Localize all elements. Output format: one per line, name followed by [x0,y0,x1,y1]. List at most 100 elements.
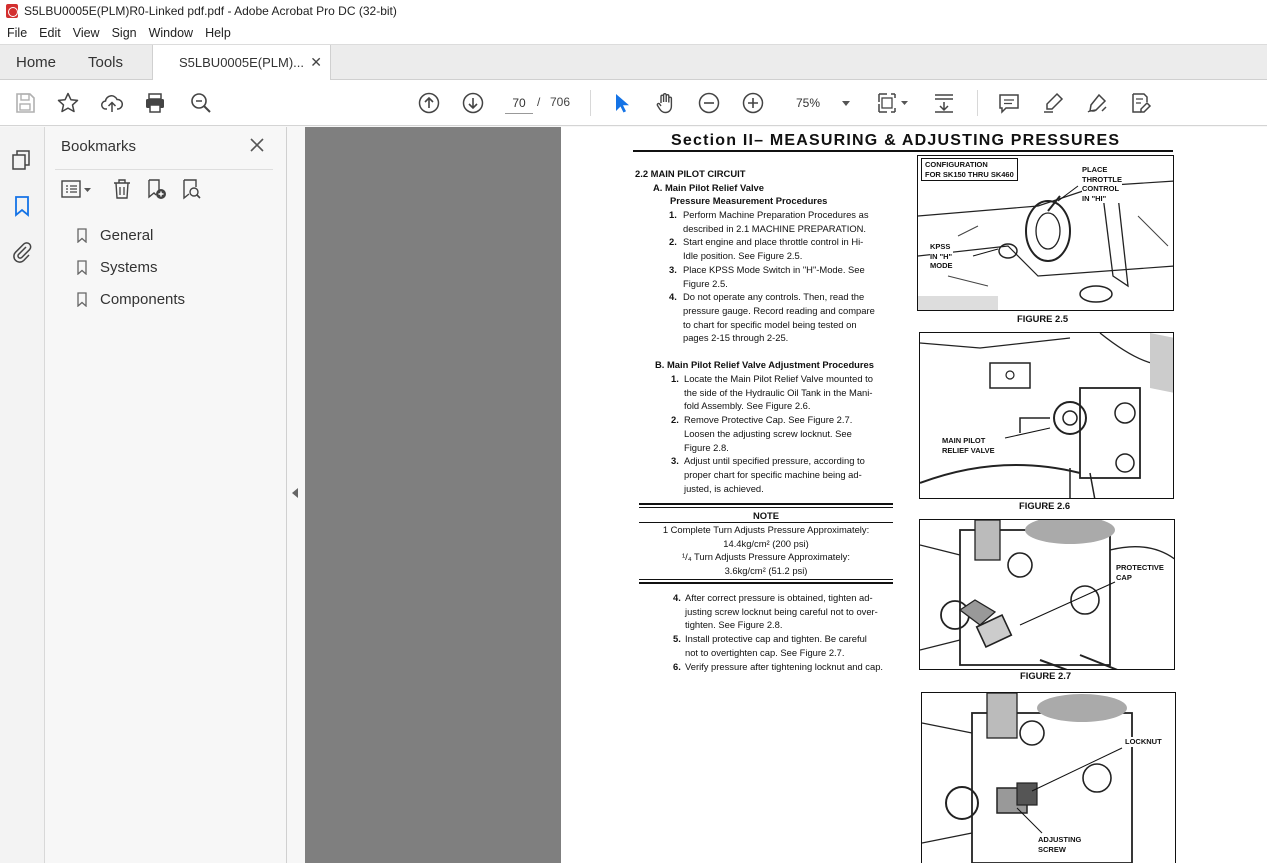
scrolling-mode-icon[interactable] [932,91,956,115]
bookmark-icon[interactable] [11,195,33,217]
step-text: Perform Machine Preparation Procedures a… [683,209,869,220]
toolbar-divider [977,90,978,116]
bookmark-flag-icon [77,259,87,275]
comment-icon[interactable] [997,91,1021,115]
delete-bookmark-icon[interactable] [111,178,133,200]
menu-edit[interactable]: Edit [33,26,67,40]
note-line: 14.4kg/cm² (200 psi) [723,538,809,549]
print-icon[interactable] [143,91,167,115]
step-text: proper chart for specific machine being … [684,468,862,480]
zoom-level-value: 75% [796,96,821,110]
zoom-out-icon[interactable] [697,91,721,115]
sign-pen-icon[interactable] [1085,91,1109,115]
redact-edit-icon[interactable] [1129,91,1153,115]
section-title: Section II– MEASURING & ADJUSTING PRESSU… [671,132,1121,149]
bookmark-options-icon[interactable] [61,178,93,200]
save-icon[interactable] [13,91,37,115]
tab-document[interactable]: S5LBU0005E(PLM)... ✕ [152,45,331,81]
step-text: Remove Protective Cap. See Figure 2.7. [684,414,853,426]
figure-2-8-screw-label: ADJUSTING SCREW [1038,835,1082,854]
figure-2-6-caption: FIGURE 2.6 [1019,500,1071,511]
menu-file[interactable]: File [0,26,33,40]
find-bookmark-icon[interactable] [180,178,202,200]
page-separator: / [537,95,541,109]
previous-page-icon[interactable] [417,91,441,115]
main-toolbar: / 706 75% [0,80,1267,126]
figure-2-7-image: PROTECTIVE CAP [919,519,1175,670]
hand-tool-icon[interactable] [653,91,677,115]
step-text: Install protective cap and tighten. Be c… [685,633,867,645]
figure-2-7-caption: FIGURE 2.7 [1020,670,1072,681]
step-number: 4. [673,592,681,603]
step-text: Idle position. See Figure 2.5. [683,250,803,262]
step-text: justed, is achieved. [684,482,764,494]
bookmark-label: General [100,226,154,244]
figure-2-7-label: PROTECTIVE CAP [1116,563,1164,582]
page-fit-icon[interactable] [876,91,910,115]
step-text: Figure 2.5. [683,277,728,289]
bookmark-item-systems[interactable]: Systems [77,256,158,278]
next-page-icon[interactable] [461,91,485,115]
menu-window[interactable]: Window [143,26,199,40]
acrobat-app-icon [6,4,18,18]
note-rule-top [639,503,893,505]
step-text: Start engine and place throttle control … [683,236,864,248]
step-text: fold Assembly. See Figure 2.6. [684,400,811,412]
tab-tools[interactable]: Tools [88,45,123,80]
pdf-page: Section II– MEASURING & ADJUSTING PRESSU… [561,127,1267,863]
step-text: justing screw locknut being careful not … [685,605,878,617]
zoom-level-dropdown[interactable]: 75% [786,92,856,114]
step-text: not to overtighten cap. See Figure 2.7. [685,646,845,658]
menu-view[interactable]: View [67,26,106,40]
panel-collapse-strip[interactable] [287,127,305,863]
collapse-arrow-icon[interactable] [292,488,298,498]
step-text: tighten. See Figure 2.8. [685,619,783,631]
zoom-in-icon[interactable] [741,91,765,115]
step-text: described in 2.1 MACHINE PREPARATION. [683,222,867,234]
step-text: Locate the Main Pilot Relief Valve mount… [684,373,873,384]
step-text: Do not operate any controls. Then, read … [683,291,865,303]
note-rule-bottom [639,582,893,584]
step-number: 3. [669,263,677,275]
new-bookmark-icon[interactable] [145,178,167,200]
close-tab-icon[interactable]: ✕ [310,45,322,80]
menu-help[interactable]: Help [199,26,237,40]
figure-2-8-image: LOCKNUT ADJUSTING SCREW [921,692,1176,863]
attachment-paperclip-icon[interactable] [11,241,33,263]
page-thumbnails-icon[interactable] [11,149,33,171]
note-line: 1 Complete Turn Adjusts Pressure Approxi… [662,524,870,535]
step-number: 1. [671,373,679,384]
figure-2-8-locknut-label: LOCKNUT [1125,737,1162,747]
select-cursor-icon[interactable] [609,91,633,115]
note-line: ¹/₄ Turn Adjusts Pressure Approximately: [682,551,850,562]
tab-document-label: S5LBU0005E(PLM)... [179,55,305,70]
figure-2-5-throttle-label: PLACE THROTTLE CONTROL IN "HI" [1082,165,1122,203]
step-number: 2. [669,236,677,248]
bookmarks-panel: Bookmarks General Systems Components [45,127,287,863]
subsection-a-title: A. Main Pilot Relief Valve [653,182,764,193]
step-number: 3. [671,455,679,467]
tab-bar: Home Tools S5LBU0005E(PLM)... ✕ [0,44,1267,81]
page-total: 706 [550,95,571,109]
highlight-pen-icon[interactable] [1041,91,1065,115]
upload-cloud-icon[interactable] [100,91,124,115]
figure-2-6-label: MAIN PILOT RELIEF VALVE [942,436,995,455]
bookmark-item-components[interactable]: Components [77,288,185,310]
star-icon[interactable] [56,91,80,115]
page-number-input[interactable] [505,92,533,114]
bookmark-item-general[interactable]: General [77,224,153,246]
bookmark-flag-icon [77,291,87,307]
menu-sign[interactable]: Sign [106,26,143,40]
close-panel-icon[interactable] [249,137,265,153]
document-viewer[interactable]: Section II– MEASURING & ADJUSTING PRESSU… [305,127,1267,863]
figure-2-6-image: MAIN PILOT RELIEF VALVE [919,332,1174,499]
tab-home[interactable]: Home [16,45,56,80]
step-text: to chart for specific model being tested… [683,318,857,330]
bookmarks-panel-title: Bookmarks [61,138,137,155]
title-rule [633,150,1173,152]
figure-2-5-kpss-label: KPSS IN "H" MODE [930,242,953,271]
note-rule-top [639,507,893,508]
figure-2-5-config-label: CONFIGURATION FOR SK150 THRU SK460 [921,158,1018,181]
left-navigation-rail [0,127,45,863]
zoom-search-icon[interactable] [189,91,213,115]
